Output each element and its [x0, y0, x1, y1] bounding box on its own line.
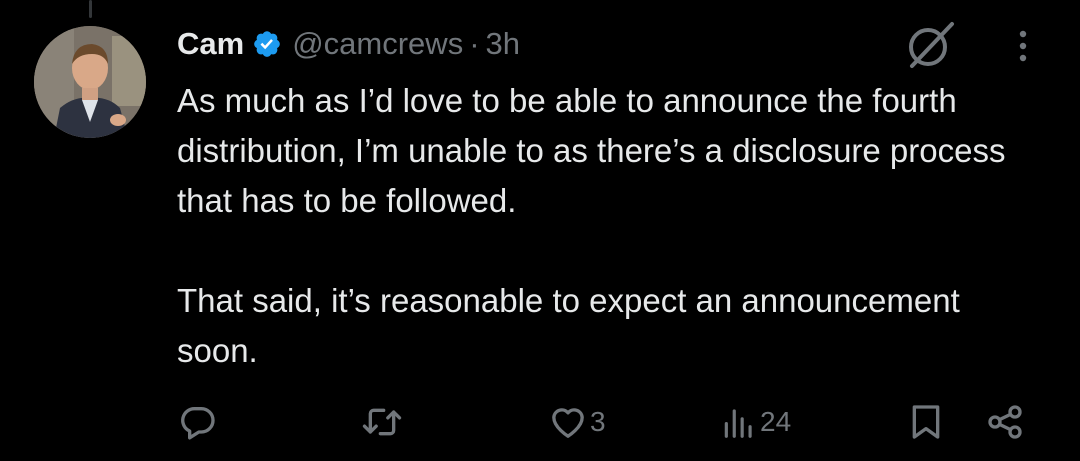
views-button[interactable]: 24 — [720, 396, 791, 448]
author-handle[interactable]: @camcrews — [292, 26, 463, 62]
heart-icon — [548, 402, 588, 442]
reply-icon — [178, 402, 218, 442]
like-button[interactable]: 3 — [548, 396, 606, 448]
share-button[interactable] — [984, 396, 1026, 448]
share-icon — [984, 402, 1026, 442]
views-icon — [720, 402, 758, 442]
bookmark-button[interactable] — [906, 396, 946, 448]
reply-button[interactable] — [178, 396, 220, 448]
avatar[interactable] — [34, 26, 146, 138]
tweet-text: As much as I’d love to be able to announ… — [177, 76, 1047, 376]
profile-photo — [34, 26, 146, 138]
tweet-paragraph: That said, it’s reasonable to expect an … — [177, 282, 960, 369]
retweet-icon — [360, 402, 404, 442]
like-count: 3 — [590, 406, 606, 437]
grok-icon[interactable] — [902, 18, 958, 70]
verified-badge-icon — [252, 29, 282, 59]
thread-connector-line — [89, 0, 92, 18]
tweet-actions-bar: 3 24 — [0, 396, 1080, 448]
tweet-paragraph: As much as I’d love to be able to announ… — [177, 82, 1006, 219]
retweet-button[interactable] — [360, 396, 406, 448]
separator-dot: · — [469, 26, 480, 61]
author-display-name[interactable]: Cam — [177, 26, 244, 62]
tweet-header: Cam @camcrews · 3h — [177, 22, 520, 66]
tweet-timestamp[interactable]: 3h — [486, 26, 520, 62]
bookmark-icon — [906, 402, 946, 442]
views-count: 24 — [760, 406, 792, 437]
more-icon[interactable] — [1008, 26, 1038, 66]
